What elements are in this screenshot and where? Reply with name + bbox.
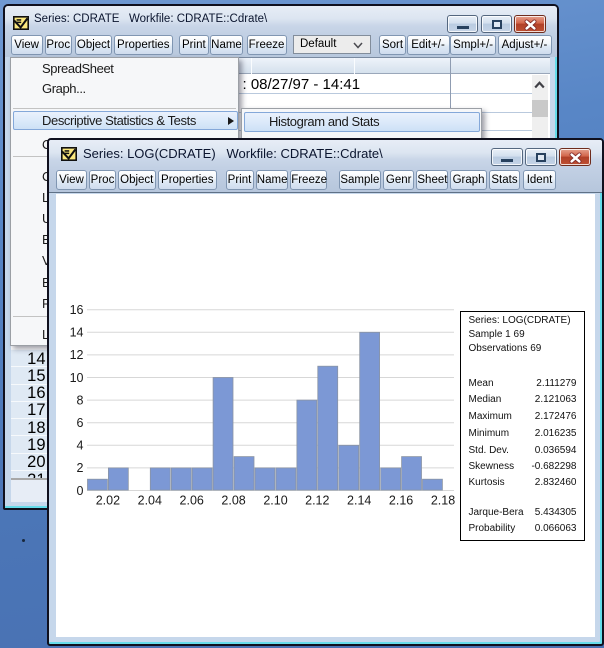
svg-text:2.08: 2.08 [221, 494, 245, 508]
svg-text:2.06: 2.06 [180, 494, 204, 508]
svg-text:4: 4 [77, 439, 84, 453]
svg-text:2.02: 2.02 [96, 494, 120, 508]
svg-text:2: 2 [77, 461, 84, 475]
svg-text:2.16: 2.16 [389, 494, 413, 508]
svg-text:2.04: 2.04 [138, 494, 162, 508]
svg-text:2.10: 2.10 [263, 494, 287, 508]
svg-text:12: 12 [70, 348, 84, 362]
svg-text:10: 10 [70, 371, 84, 385]
svg-text:2.14: 2.14 [347, 494, 371, 508]
svg-text:8: 8 [77, 393, 84, 407]
svg-text:14: 14 [70, 326, 84, 340]
svg-text:0: 0 [77, 484, 84, 498]
svg-text:2.12: 2.12 [305, 494, 329, 508]
svg-text:6: 6 [77, 416, 84, 430]
svg-text:2.18: 2.18 [431, 494, 455, 508]
svg-text:16: 16 [70, 303, 84, 317]
